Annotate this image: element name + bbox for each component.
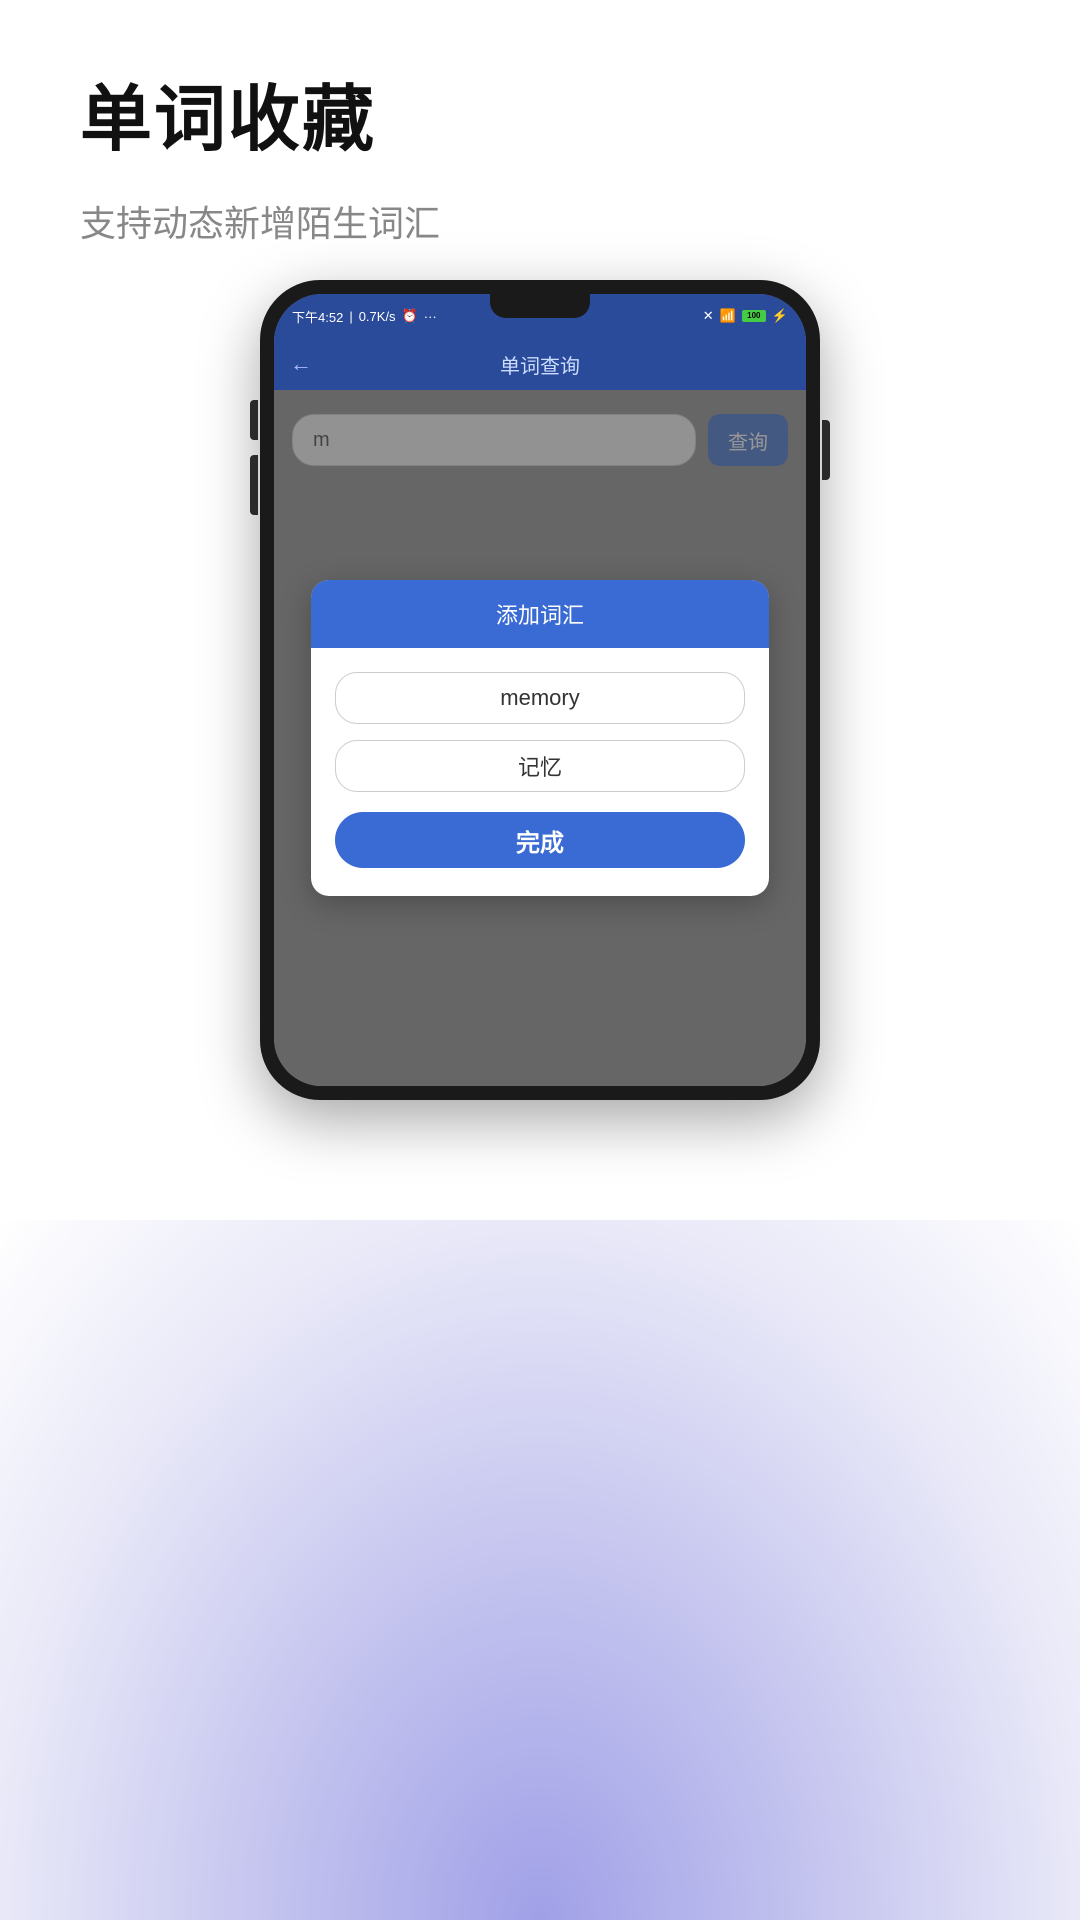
- word-field[interactable]: memory: [335, 672, 745, 724]
- page-header: 单词收藏 支持动态新增陌生词汇: [80, 60, 440, 247]
- volume-down-button: [250, 455, 258, 515]
- dialog-header: 添加词汇: [311, 580, 769, 648]
- dialog-overlay: 添加词汇 memory 记忆 完成: [274, 390, 806, 1086]
- page-title: 单词收藏: [80, 60, 440, 165]
- charging-icon: ⚡: [772, 308, 788, 324]
- translation-field[interactable]: 记忆: [335, 740, 745, 792]
- confirm-button[interactable]: 完成: [335, 812, 745, 868]
- close-icon: ✕: [703, 308, 714, 324]
- status-time: 下午4:52: [292, 307, 343, 326]
- status-dots: ···: [424, 309, 437, 324]
- status-left: 下午4:52 | 0.7K/s ⏰ ···: [292, 307, 437, 326]
- volume-up-button: [250, 400, 258, 440]
- background-blob: [0, 1220, 1080, 1920]
- status-network: |: [349, 309, 352, 324]
- back-button[interactable]: ←: [290, 351, 312, 377]
- app-content: 查询 添加词汇 memory 记忆 完成: [274, 390, 806, 1086]
- power-button: [822, 420, 830, 480]
- nav-bar: ← 单词查询: [274, 338, 806, 390]
- status-right: ✕ 📶 100 ⚡: [703, 308, 788, 324]
- dialog-box: 添加词汇 memory 记忆 完成: [311, 580, 769, 896]
- dialog-body: memory 记忆 完成: [311, 648, 769, 896]
- phone-notch: [490, 294, 590, 318]
- phone-frame: 下午4:52 | 0.7K/s ⏰ ··· ✕ 📶 100 ⚡ ← 单词查询: [260, 280, 820, 1100]
- status-speed: 0.7K/s: [359, 309, 396, 324]
- phone-mockup: 下午4:52 | 0.7K/s ⏰ ··· ✕ 📶 100 ⚡ ← 单词查询: [260, 280, 820, 1100]
- battery-icon: 100: [742, 310, 766, 322]
- phone-screen: 下午4:52 | 0.7K/s ⏰ ··· ✕ 📶 100 ⚡ ← 单词查询: [274, 294, 806, 1086]
- nav-title: 单词查询: [500, 350, 580, 379]
- page-subtitle: 支持动态新增陌生词汇: [80, 195, 440, 247]
- alarm-icon: ⏰: [402, 308, 418, 324]
- wifi-icon: 📶: [720, 308, 736, 324]
